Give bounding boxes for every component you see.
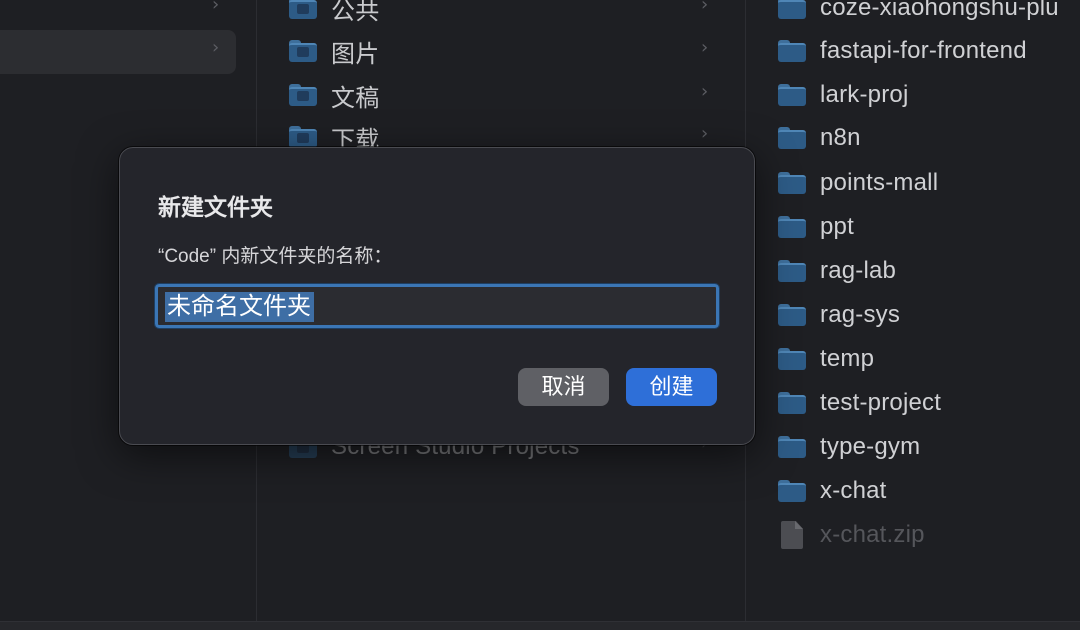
folder-name-input[interactable]: 未命名文件夹 (154, 283, 720, 329)
folder-icon (778, 172, 806, 194)
item-label: lark-proj (820, 81, 909, 108)
list-item[interactable]: lark-proj (778, 75, 1080, 115)
item-label: x-chat (820, 477, 887, 504)
item-label: rag-lab (820, 257, 897, 284)
folder-icon (778, 0, 806, 19)
folder-icon (778, 436, 806, 458)
folder-name-value[interactable]: 未命名文件夹 (165, 292, 314, 322)
chevron-right-icon: › (701, 0, 709, 15)
list-item[interactable]: rag-lab (778, 251, 1080, 291)
list-item[interactable]: 图片 › (289, 31, 729, 71)
dialog-title: 新建文件夹 (158, 194, 273, 220)
item-label: rag-sys (820, 301, 901, 328)
item-label: temp (820, 345, 875, 372)
folder-icon (778, 304, 806, 326)
list-item[interactable]: 文稿 › (289, 75, 729, 115)
folder-icon (778, 348, 806, 370)
item-label: type-gym (820, 433, 921, 460)
folder-icon (778, 392, 806, 414)
folder-icon (778, 127, 806, 149)
list-item[interactable]: 公共 › (289, 0, 729, 28)
list-item[interactable]: fastapi-for-frontend (778, 31, 1080, 71)
folder-icon (289, 0, 317, 19)
item-label: test-project (820, 389, 942, 416)
cancel-button[interactable]: 取消 (518, 368, 609, 406)
item-label: 公共 (331, 0, 380, 25)
item-label: 文稿 (331, 84, 380, 112)
selected-row[interactable]: › (0, 30, 236, 74)
list-item[interactable]: x-chat (778, 471, 1080, 511)
item-label: n8n (820, 124, 861, 151)
list-item[interactable]: ppt (778, 207, 1080, 247)
item-label: 图片 (331, 40, 380, 68)
folder-icon (289, 84, 317, 106)
list-item[interactable]: type-gym (778, 427, 1080, 467)
new-folder-dialog: 新建文件夹 “Code” 内新文件夹的名称： 未命名文件夹 取消 创建 (119, 147, 755, 445)
chevron-right-icon: › (701, 37, 709, 58)
item-label: coze-xiaohongshu-plu (820, 0, 1059, 21)
item-label: x-chat.zip (820, 521, 925, 548)
list-item[interactable]: test-project (778, 383, 1080, 423)
chevron-right-icon: › (701, 123, 709, 144)
list-item[interactable]: temp (778, 339, 1080, 379)
chevron-right-icon: › (701, 81, 709, 102)
list-item[interactable]: points-mall (778, 163, 1080, 203)
list-item[interactable]: coze-xiaohongshu-plu (778, 0, 1080, 28)
list-item[interactable]: n8n (778, 118, 1080, 158)
folder-icon (778, 260, 806, 282)
folder-icon (778, 40, 806, 62)
folder-icon (778, 216, 806, 238)
folder-icon (778, 480, 806, 502)
create-button[interactable]: 创建 (626, 368, 717, 406)
folder-icon (778, 84, 806, 106)
dialog-prompt: “Code” 内新文件夹的名称： (158, 246, 393, 267)
list-item[interactable]: rag-sys (778, 295, 1080, 335)
chevron-right-icon: › (212, 37, 220, 58)
item-label: points-mall (820, 169, 939, 196)
folder-icon (289, 126, 317, 148)
finder-column-3: coze-xiaohongshu-plu fastapi-for-fronten… (746, 0, 1080, 621)
chevron-right-icon: › (212, 0, 220, 15)
item-label: fastapi-for-frontend (820, 37, 1027, 64)
list-item[interactable]: x-chat.zip (778, 515, 1080, 555)
folder-icon (289, 40, 317, 62)
zip-file-icon (781, 521, 803, 549)
item-label: ppt (820, 213, 854, 240)
